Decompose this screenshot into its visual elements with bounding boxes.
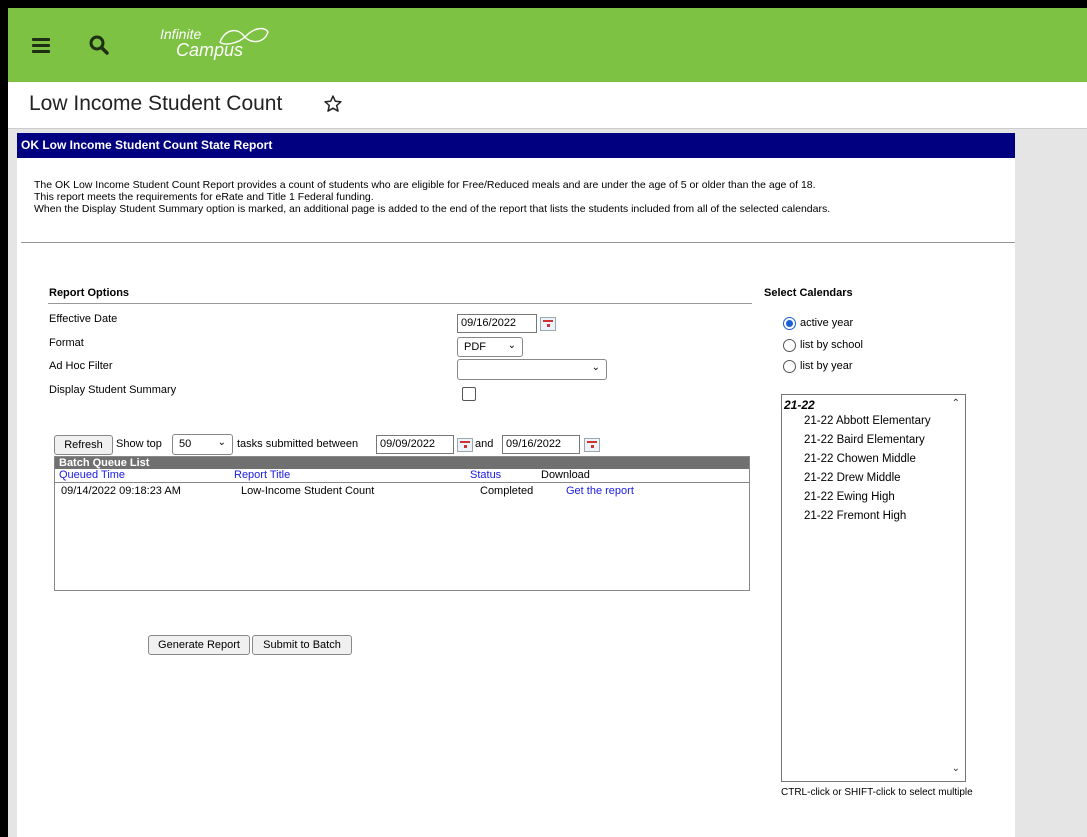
effective-date-input[interactable]: 09/16/2022	[457, 314, 537, 333]
chevron-down-icon: ⌄	[217, 437, 226, 448]
radio-label: list by year	[800, 360, 853, 372]
description-line: The OK Low Income Student Count Report p…	[34, 179, 816, 191]
chevron-down-icon: ⌄	[507, 340, 516, 351]
student-summary-checkbox[interactable]	[462, 387, 476, 401]
format-label: Format	[49, 337, 84, 349]
top-bar: Infinite Campus	[8, 8, 1087, 82]
status-cell: Completed	[480, 485, 534, 497]
app-frame: Infinite Campus Low Income Student Count…	[8, 8, 1087, 837]
calendar-listbox[interactable]: 21-22 21-22 Abbott Elementary 21-22 Bair…	[781, 394, 966, 782]
batch-queue-title: Batch Queue List	[55, 457, 749, 469]
description-line: This report meets the requirements for e…	[34, 191, 374, 203]
hamburger-icon[interactable]	[32, 38, 50, 54]
search-icon[interactable]	[88, 34, 110, 56]
radio-label: list by school	[800, 339, 863, 351]
end-date-input[interactable]: 09/16/2022	[502, 435, 580, 454]
description-line: When the Display Student Summary option …	[34, 203, 831, 215]
format-select[interactable]: PDF ⌄	[457, 337, 523, 357]
effective-date-label: Effective Date	[49, 313, 118, 325]
report-panel: OK Low Income Student Count State Report…	[17, 133, 1015, 837]
list-item[interactable]: 21-22 Drew Middle	[804, 472, 901, 484]
generate-report-button[interactable]: Generate Report	[148, 635, 250, 655]
report-description: The OK Low Income Student Count Report p…	[34, 179, 830, 215]
tasks-between-label: tasks submitted between	[237, 438, 359, 450]
radio-active-year[interactable]	[783, 317, 796, 330]
divider	[48, 303, 752, 304]
student-summary-label: Display Student Summary	[49, 384, 177, 396]
and-label: and	[475, 438, 494, 450]
refresh-button[interactable]: Refresh	[54, 435, 113, 455]
show-top-select[interactable]: 50 ⌄	[172, 434, 233, 455]
calendar-icon[interactable]	[584, 438, 600, 452]
get-report-link[interactable]: Get the report	[566, 485, 634, 497]
radio-list-by-year[interactable]	[783, 360, 796, 373]
list-item[interactable]: 21-22 Chowen Middle	[804, 453, 916, 465]
list-item[interactable]: 21-22 Abbott Elementary	[804, 415, 931, 427]
radio-list-by-school[interactable]	[783, 339, 796, 352]
list-item[interactable]: 21-22 Fremont High	[804, 510, 906, 522]
star-outline-icon[interactable]	[323, 94, 343, 117]
report-options-title: Report Options	[49, 287, 130, 299]
scroll-up-icon[interactable]: ⌃	[952, 398, 960, 409]
chevron-down-icon: ⌄	[591, 362, 600, 373]
calendar-icon[interactable]	[540, 317, 556, 331]
page-title: Low Income Student Count	[29, 92, 283, 115]
radio-label: active year	[800, 317, 854, 329]
select-calendars-title: Select Calendars	[764, 287, 853, 299]
batch-queue-list: Batch Queue List Queued Time Report Titl…	[54, 456, 750, 591]
list-item[interactable]: 21-22 Ewing High	[804, 491, 895, 503]
submit-to-batch-button[interactable]: Submit to Batch	[252, 635, 352, 655]
list-item[interactable]: 21-22 Baird Elementary	[804, 434, 925, 446]
column-header-download: Download	[541, 469, 590, 481]
logo-swirl-icon	[219, 27, 269, 45]
column-header-report-title[interactable]: Report Title	[234, 469, 290, 482]
calendar-group-label: 21-22	[784, 398, 815, 412]
adhoc-filter-label: Ad Hoc Filter	[49, 360, 113, 372]
multi-select-hint: CTRL-click or SHIFT-click to select mult…	[781, 787, 973, 798]
show-top-label: Show top	[116, 438, 162, 450]
column-header-status[interactable]: Status	[470, 469, 501, 482]
report-header: OK Low Income Student Count State Report	[17, 133, 1015, 158]
batch-queue-header: Queued Time Report Title Status Download	[55, 469, 749, 483]
divider	[21, 242, 1015, 243]
column-header-queued-time[interactable]: Queued Time	[59, 469, 125, 482]
scroll-down-icon[interactable]: ⌄	[952, 763, 960, 774]
queued-time-cell: 09/14/2022 09:18:23 AM	[61, 485, 181, 497]
report-title-cell: Low-Income Student Count	[241, 485, 375, 497]
title-bar: Low Income Student Count	[8, 82, 1087, 129]
start-date-input[interactable]: 09/09/2022	[376, 435, 454, 454]
calendar-icon[interactable]	[457, 438, 473, 452]
adhoc-filter-select[interactable]: ⌄	[457, 359, 607, 380]
